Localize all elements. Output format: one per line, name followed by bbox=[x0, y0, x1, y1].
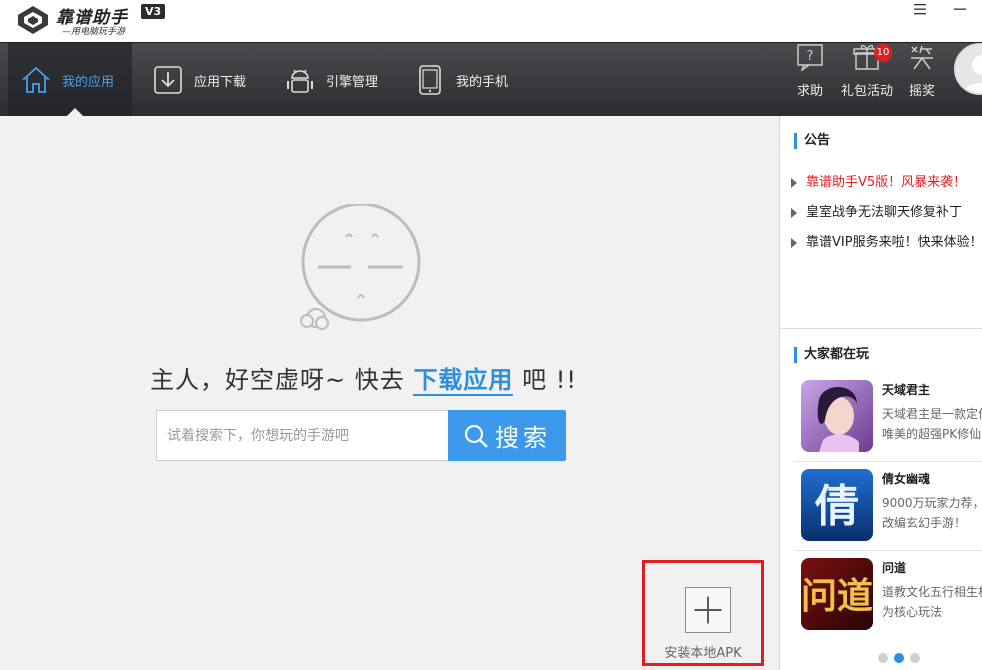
user-icon bbox=[962, 55, 982, 93]
game-description-line: 为核心玩法 bbox=[882, 605, 943, 619]
right-sidebar: 公告 靠谱助手V5版！风暴来袭！ 皇室战争无法聊天修复补丁 靠谱VIP服务来啦！… bbox=[779, 116, 982, 670]
game-item-wendao[interactable]: 问道 问道 道教文化五行相生相 为核心玩法 bbox=[794, 554, 982, 640]
version-badge: V3 bbox=[141, 4, 166, 19]
reward-icon bbox=[911, 45, 933, 70]
tab-engine-management[interactable]: 引擎管理 bbox=[272, 43, 402, 117]
notice-text: 靠谱VIP服务来啦！快来体验！ bbox=[806, 235, 982, 250]
arrow-right-icon bbox=[791, 237, 797, 248]
download-apps-link[interactable]: 下载应用 bbox=[413, 366, 514, 396]
game-description-line: 9000万玩家力荐， bbox=[882, 496, 982, 510]
empty-message: 主人，好空虚呀~ 快去 下载应用 吧 !! bbox=[0, 360, 727, 396]
home-icon bbox=[22, 66, 50, 93]
game-item-qiannv[interactable]: 倩 倩女幽魂 9000万玩家力荐， 改编玄幻手游！ bbox=[794, 465, 982, 551]
app-logo-icon bbox=[18, 6, 48, 34]
android-icon bbox=[287, 69, 313, 93]
tab-label: 我的手机 bbox=[456, 74, 509, 90]
notice-item[interactable]: 皇室战争无法聊天修复补丁 bbox=[791, 201, 962, 220]
avatar[interactable] bbox=[954, 43, 982, 95]
game-description: 9000万玩家力荐， 改编玄幻手游！ bbox=[882, 493, 982, 533]
game-description: 道教文化五行相生相 为核心玩法 bbox=[882, 582, 982, 622]
main-content: 主人，好空虚呀~ 快去 下载应用 吧 !! 搜索 安装本地APK bbox=[0, 116, 779, 670]
game-item-tianyu[interactable]: 天域君主 天域君主是一款定位 唯美的超强PK修仙 bbox=[794, 376, 982, 462]
minimize-icon[interactable] bbox=[950, 2, 970, 16]
wendao-game-icon: 问道 bbox=[801, 558, 873, 630]
tianyu-game-icon bbox=[801, 380, 873, 452]
help-button[interactable]: ? 求助 bbox=[780, 43, 840, 117]
notice-section-title: 公告 bbox=[794, 133, 830, 149]
tab-label: 我的应用 bbox=[62, 74, 115, 90]
popular-section-title: 大家都在玩 bbox=[794, 347, 869, 363]
empty-message-suffix: 吧 !! bbox=[513, 366, 577, 394]
install-local-apk-button[interactable]: 安装本地APK bbox=[642, 560, 764, 666]
tab-my-apps[interactable]: 我的应用 bbox=[8, 43, 132, 117]
tab-label: 应用下载 bbox=[194, 74, 247, 90]
phone-icon bbox=[419, 65, 441, 95]
search-icon bbox=[464, 424, 488, 448]
pager-dot[interactable] bbox=[910, 653, 920, 663]
reward-button[interactable]: 摇奖 bbox=[897, 43, 947, 117]
qiannv-game-icon: 倩 bbox=[801, 469, 873, 541]
svg-text:问道: 问道 bbox=[801, 575, 873, 617]
game-name: 问道 bbox=[882, 561, 907, 575]
arrow-right-icon bbox=[791, 177, 797, 188]
svg-text:?: ? bbox=[807, 49, 814, 64]
carousel-pager bbox=[878, 653, 920, 663]
gift-activity-button[interactable]: 10 礼包活动 bbox=[836, 43, 898, 117]
search-box bbox=[156, 410, 448, 461]
pager-dot-active[interactable] bbox=[894, 653, 904, 663]
game-description-line: 唯美的超强PK修仙 bbox=[882, 427, 982, 441]
game-name: 天域君主 bbox=[882, 383, 931, 397]
gift-label: 礼包活动 bbox=[840, 84, 893, 99]
game-description: 天域君主是一款定位 唯美的超强PK修仙 bbox=[882, 404, 982, 444]
tab-app-download[interactable]: 应用下载 bbox=[140, 43, 260, 117]
plus-icon bbox=[685, 587, 731, 633]
notice-text: 皇室战争无法聊天修复补丁 bbox=[806, 205, 963, 220]
arrow-right-icon bbox=[791, 207, 797, 218]
sidebar-divider bbox=[780, 328, 982, 329]
search-button[interactable]: 搜索 bbox=[448, 410, 566, 461]
reward-label: 摇奖 bbox=[908, 84, 935, 99]
download-icon bbox=[154, 66, 182, 94]
notice-item[interactable]: 靠谱助手V5版！风暴来袭！ bbox=[791, 171, 966, 190]
tab-label: 引擎管理 bbox=[326, 74, 379, 90]
tab-my-phone[interactable]: 我的手机 bbox=[402, 43, 532, 117]
search-button-label: 搜索 bbox=[495, 424, 551, 452]
notice-text: 靠谱助手V5版！风暴来袭！ bbox=[806, 175, 967, 190]
install-apk-label: 安装本地APK bbox=[664, 646, 742, 661]
pager-dot[interactable] bbox=[878, 653, 888, 663]
game-description-line: 天域君主是一款定位 bbox=[882, 407, 982, 421]
game-description-line: 道教文化五行相生相 bbox=[882, 585, 982, 599]
help-label: 求助 bbox=[796, 84, 823, 99]
game-name: 倩女幽魂 bbox=[882, 472, 931, 486]
empty-message-text: 主人，好空虚呀~ 快去 bbox=[150, 366, 414, 394]
empty-face-icon bbox=[300, 204, 421, 330]
main-nav: 我的应用 应用下载 引擎管理 我的手机 ? 求助 10 礼包活动 摇奖 bbox=[0, 42, 982, 117]
app-tagline: —用电脑玩手游 bbox=[62, 27, 126, 37]
help-icon: ? bbox=[797, 44, 823, 71]
svg-text:倩: 倩 bbox=[814, 481, 859, 532]
menu-icon[interactable] bbox=[912, 2, 928, 16]
title-bar: 靠谱助手 —用电脑玩手游 V3 bbox=[0, 0, 982, 42]
game-description-line: 改编玄幻手游！ bbox=[882, 516, 967, 530]
notice-item[interactable]: 靠谱VIP服务来啦！快来体验！ bbox=[791, 231, 982, 250]
gift-count-badge: 10 bbox=[874, 44, 892, 62]
search-input[interactable] bbox=[157, 411, 448, 460]
